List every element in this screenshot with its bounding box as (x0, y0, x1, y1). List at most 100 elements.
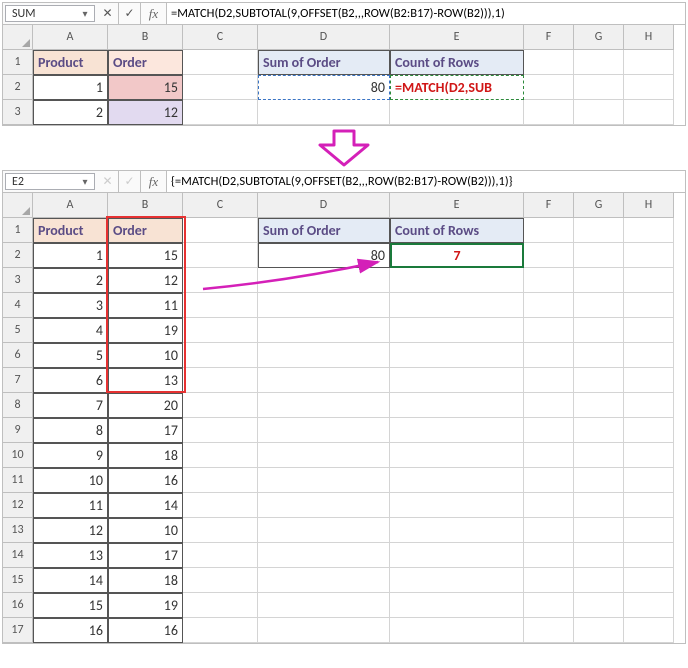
cell-header-sum[interactable]: Sum of Order (258, 218, 390, 243)
cell-product[interactable]: 8 (33, 418, 108, 443)
cell-E3[interactable] (390, 100, 524, 125)
cell-product[interactable]: 4 (33, 318, 108, 343)
cell-product[interactable]: 10 (33, 468, 108, 493)
cell[interactable] (183, 518, 258, 543)
formula-input[interactable] (167, 171, 685, 192)
cell[interactable] (524, 243, 574, 268)
cell-D3[interactable] (258, 100, 390, 125)
cancel-formula-icon[interactable]: ✕ (97, 3, 119, 24)
col-header-F[interactable]: F (524, 193, 574, 218)
cell[interactable] (524, 218, 574, 243)
cell[interactable] (183, 268, 258, 293)
formula-input[interactable] (167, 3, 685, 24)
cell[interactable] (574, 243, 624, 268)
cell-product[interactable]: 15 (33, 593, 108, 618)
cell-B3[interactable]: 12 (108, 100, 183, 125)
col-header-F[interactable]: F (524, 25, 574, 50)
cell-product[interactable]: 3 (33, 293, 108, 318)
cell-order[interactable]: 19 (108, 593, 183, 618)
cell[interactable] (624, 293, 674, 318)
cell[interactable] (183, 443, 258, 468)
select-all-corner[interactable] (3, 193, 33, 218)
cell[interactable] (183, 618, 258, 643)
row-header-2[interactable]: 2 (3, 75, 33, 100)
cell-product[interactable]: 12 (33, 518, 108, 543)
cell[interactable] (390, 518, 524, 543)
cell-A1[interactable]: Product (33, 50, 108, 75)
cell[interactable] (624, 243, 674, 268)
cell[interactable] (390, 393, 524, 418)
cell[interactable] (574, 343, 624, 368)
cell-E1[interactable]: Count of Rows (390, 50, 524, 75)
row-header[interactable]: 14 (3, 543, 33, 568)
row-header[interactable]: 13 (3, 518, 33, 543)
cell-sum-result[interactable]: 80 (258, 243, 390, 268)
col-header-E[interactable]: E (390, 193, 524, 218)
cell[interactable] (390, 293, 524, 318)
cell[interactable] (624, 468, 674, 493)
cell[interactable] (574, 318, 624, 343)
cell[interactable] (524, 268, 574, 293)
cell-order[interactable]: 17 (108, 543, 183, 568)
cell[interactable] (258, 393, 390, 418)
cell-C2[interactable] (183, 75, 258, 100)
cell[interactable] (524, 618, 574, 643)
cell[interactable] (524, 568, 574, 593)
cell[interactable] (258, 343, 390, 368)
cell[interactable] (258, 268, 390, 293)
cell[interactable] (624, 518, 674, 543)
cell[interactable] (524, 318, 574, 343)
cell[interactable] (390, 593, 524, 618)
cell-order[interactable]: 16 (108, 468, 183, 493)
cell-A2[interactable]: 1 (33, 75, 108, 100)
cell-product[interactable]: 13 (33, 543, 108, 568)
cell[interactable] (390, 418, 524, 443)
cell[interactable] (574, 443, 624, 468)
cell[interactable] (258, 368, 390, 393)
cell[interactable] (524, 443, 574, 468)
row-header[interactable]: 12 (3, 493, 33, 518)
cell-product[interactable]: 14 (33, 568, 108, 593)
cell-order[interactable]: 14 (108, 493, 183, 518)
cell[interactable] (390, 468, 524, 493)
col-header-B[interactable]: B (108, 193, 183, 218)
cell[interactable] (574, 393, 624, 418)
row-header[interactable]: 7 (3, 368, 33, 393)
cell-A3[interactable]: 2 (33, 100, 108, 125)
cell-order[interactable]: 18 (108, 568, 183, 593)
cell[interactable] (624, 543, 674, 568)
col-header-C[interactable]: C (183, 25, 258, 50)
cell-F3[interactable] (524, 100, 574, 125)
row-header[interactable]: 5 (3, 318, 33, 343)
name-box-dropdown-icon[interactable]: ▾ (80, 177, 90, 187)
cell[interactable] (624, 618, 674, 643)
cell[interactable] (390, 318, 524, 343)
name-box[interactable]: E2 ▾ (5, 173, 95, 190)
cell[interactable] (183, 568, 258, 593)
cell-order[interactable]: 16 (108, 618, 183, 643)
col-header-A[interactable]: A (33, 193, 108, 218)
cell[interactable] (183, 293, 258, 318)
cell[interactable] (390, 368, 524, 393)
cell-G3[interactable] (574, 100, 624, 125)
cell-H2[interactable] (624, 75, 674, 100)
cell-F2[interactable] (524, 75, 574, 100)
cell-C1[interactable] (183, 50, 258, 75)
cell[interactable] (390, 443, 524, 468)
cell[interactable] (574, 543, 624, 568)
cell[interactable] (258, 618, 390, 643)
cell[interactable] (624, 393, 674, 418)
cell-order[interactable]: 19 (108, 318, 183, 343)
cell[interactable] (574, 493, 624, 518)
cell[interactable] (390, 618, 524, 643)
cell[interactable] (258, 518, 390, 543)
row-header[interactable]: 4 (3, 293, 33, 318)
cell-product[interactable]: 6 (33, 368, 108, 393)
cell[interactable] (524, 543, 574, 568)
cell[interactable] (183, 393, 258, 418)
cell-H3[interactable] (624, 100, 674, 125)
cell[interactable] (574, 618, 624, 643)
cell[interactable] (390, 343, 524, 368)
row-header-3[interactable]: 3 (3, 100, 33, 125)
cell-product[interactable]: 11 (33, 493, 108, 518)
